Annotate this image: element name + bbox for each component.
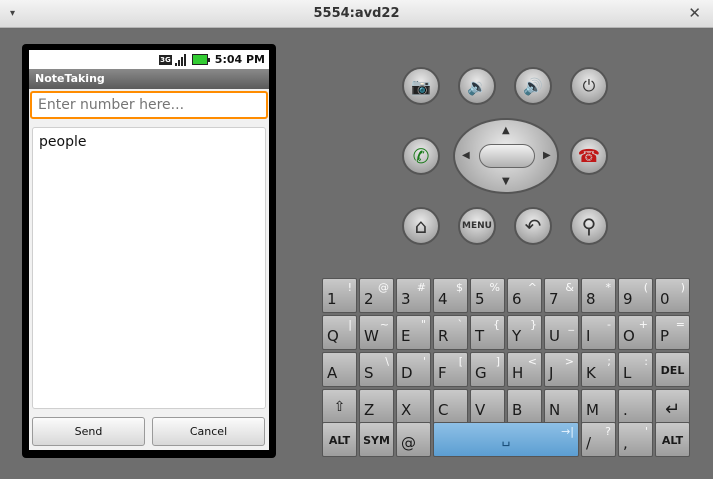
window-close-icon[interactable]: ✕ (688, 4, 701, 22)
battery-icon (191, 54, 210, 65)
volume-up-button[interactable]: 🔊 (514, 67, 552, 105)
key-enter[interactable]: ↵ (655, 389, 690, 424)
menu-button[interactable]: MENU (458, 207, 496, 245)
search-icon: ⚲ (581, 214, 597, 238)
power-icon: ⏻ (582, 76, 596, 95)
key-9[interactable]: 9( (618, 278, 653, 313)
camera-button[interactable]: 📷 (402, 67, 440, 105)
key-slash[interactable]: /? (581, 422, 616, 457)
key-6[interactable]: 6 ^ (507, 278, 542, 313)
key-i[interactable]: I- (581, 315, 616, 350)
space-icon: ␣ (501, 431, 511, 447)
end-call-icon: ☎ (577, 145, 601, 167)
key-x[interactable]: X (396, 389, 431, 424)
key-a[interactable]: A (322, 352, 357, 387)
dpad-up-icon[interactable]: ▲ (502, 125, 510, 136)
key-comma[interactable]: , ' (618, 422, 653, 457)
key-8[interactable]: 8 * (581, 278, 616, 313)
key-at[interactable]: @ (396, 422, 431, 457)
volume-down-icon: 🔉 (467, 76, 487, 96)
tab-arrow-icon: →| (561, 425, 574, 438)
home-icon: ⌂ (414, 214, 428, 238)
dpad[interactable]: ▲ ▼ ◀ ▶ (453, 118, 559, 194)
key-d[interactable]: D ' (396, 352, 431, 387)
camera-icon: 📷 (411, 76, 431, 96)
app-content: people Send Cancel (29, 89, 269, 450)
hardware-keyboard: 1! 2 @ 3 # 4 $ 5% 6 ^ 7 & 8 * 9( 0) Q | W ~ E " R… (320, 275, 692, 459)
power-button[interactable]: ⏻ (570, 67, 608, 105)
key-3[interactable]: 3 # (396, 278, 431, 313)
window-title: 5554:avd22 (313, 6, 400, 21)
volume-down-button[interactable]: 🔉 (458, 67, 496, 105)
enter-icon: ↵ (664, 399, 681, 420)
device-screen: 3G 5:04 PM NoteTaking people Send Cancel (29, 50, 269, 450)
key-r[interactable]: R ` (433, 315, 468, 350)
call-button[interactable]: ✆ (402, 137, 440, 175)
key-z[interactable]: Z (359, 389, 394, 424)
key-m[interactable]: M (581, 389, 616, 424)
search-button[interactable]: ⚲ (570, 207, 608, 245)
home-button[interactable]: ⌂ (402, 207, 440, 245)
note-text: people (39, 134, 87, 150)
key-c[interactable]: C (433, 389, 468, 424)
key-o[interactable]: O + (618, 315, 653, 350)
back-icon: ↶ (524, 214, 542, 238)
key-u[interactable]: U _ (544, 315, 579, 350)
key-v[interactable]: V (470, 389, 505, 424)
key-t[interactable]: T{ (470, 315, 505, 350)
key-5[interactable]: 5% (470, 278, 505, 313)
key-4[interactable]: 4 $ (433, 278, 468, 313)
key-l[interactable]: L: (618, 352, 653, 387)
key-w[interactable]: W ~ (359, 315, 394, 350)
shift-icon: ⇧ (333, 399, 346, 415)
key-2[interactable]: 2 @ (359, 278, 394, 313)
key-1[interactable]: 1! (322, 278, 357, 313)
key-alt-right[interactable]: ALT (655, 422, 690, 457)
status-time: 5:04 PM (214, 53, 265, 66)
app-title-bar: NoteTaking (29, 69, 269, 89)
network-type-badge: 3G (159, 54, 172, 65)
note-text-area[interactable]: people (32, 127, 266, 409)
signal-icon (174, 53, 189, 66)
key-alt-left[interactable]: ALT (322, 422, 357, 457)
dpad-center-button[interactable] (479, 144, 535, 168)
key-0[interactable]: 0) (655, 278, 690, 313)
volume-up-icon: 🔊 (523, 76, 543, 96)
dpad-down-icon[interactable]: ▼ (502, 176, 510, 187)
key-space[interactable]: ␣ →| (433, 422, 579, 457)
key-sym[interactable]: SYM (359, 422, 394, 457)
key-s[interactable]: S \ (359, 352, 394, 387)
key-f[interactable]: F[ (433, 352, 468, 387)
key-k[interactable]: K; (581, 352, 616, 387)
back-button[interactable]: ↶ (514, 207, 552, 245)
send-button[interactable]: Send (32, 417, 145, 446)
cancel-button[interactable]: Cancel (152, 417, 265, 446)
key-e[interactable]: E " (396, 315, 431, 350)
key-j[interactable]: J > (544, 352, 579, 387)
key-period[interactable]: . (618, 389, 653, 424)
key-g[interactable]: G] (470, 352, 505, 387)
dpad-left-icon[interactable]: ◀ (462, 150, 470, 161)
status-bar: 3G 5:04 PM (29, 50, 269, 69)
key-q[interactable]: Q | (322, 315, 357, 350)
dpad-right-icon[interactable]: ▶ (543, 150, 551, 161)
key-7[interactable]: 7 & (544, 278, 579, 313)
delete-icon: DEL (660, 364, 685, 377)
key-b[interactable]: B (507, 389, 542, 424)
key-h[interactable]: H < (507, 352, 542, 387)
call-icon: ✆ (412, 144, 430, 168)
key-n[interactable]: N (544, 389, 579, 424)
end-call-button[interactable]: ☎ (570, 137, 608, 175)
key-shift[interactable]: ⇧ (322, 389, 357, 424)
window-titlebar: ▾ 5554:avd22 ✕ (0, 0, 713, 28)
menu-label: MENU (462, 221, 492, 231)
key-del[interactable]: DEL (655, 352, 690, 387)
key-p[interactable]: P = (655, 315, 690, 350)
key-y[interactable]: Y} (507, 315, 542, 350)
number-input[interactable] (30, 91, 268, 119)
app-title: NoteTaking (35, 72, 105, 85)
